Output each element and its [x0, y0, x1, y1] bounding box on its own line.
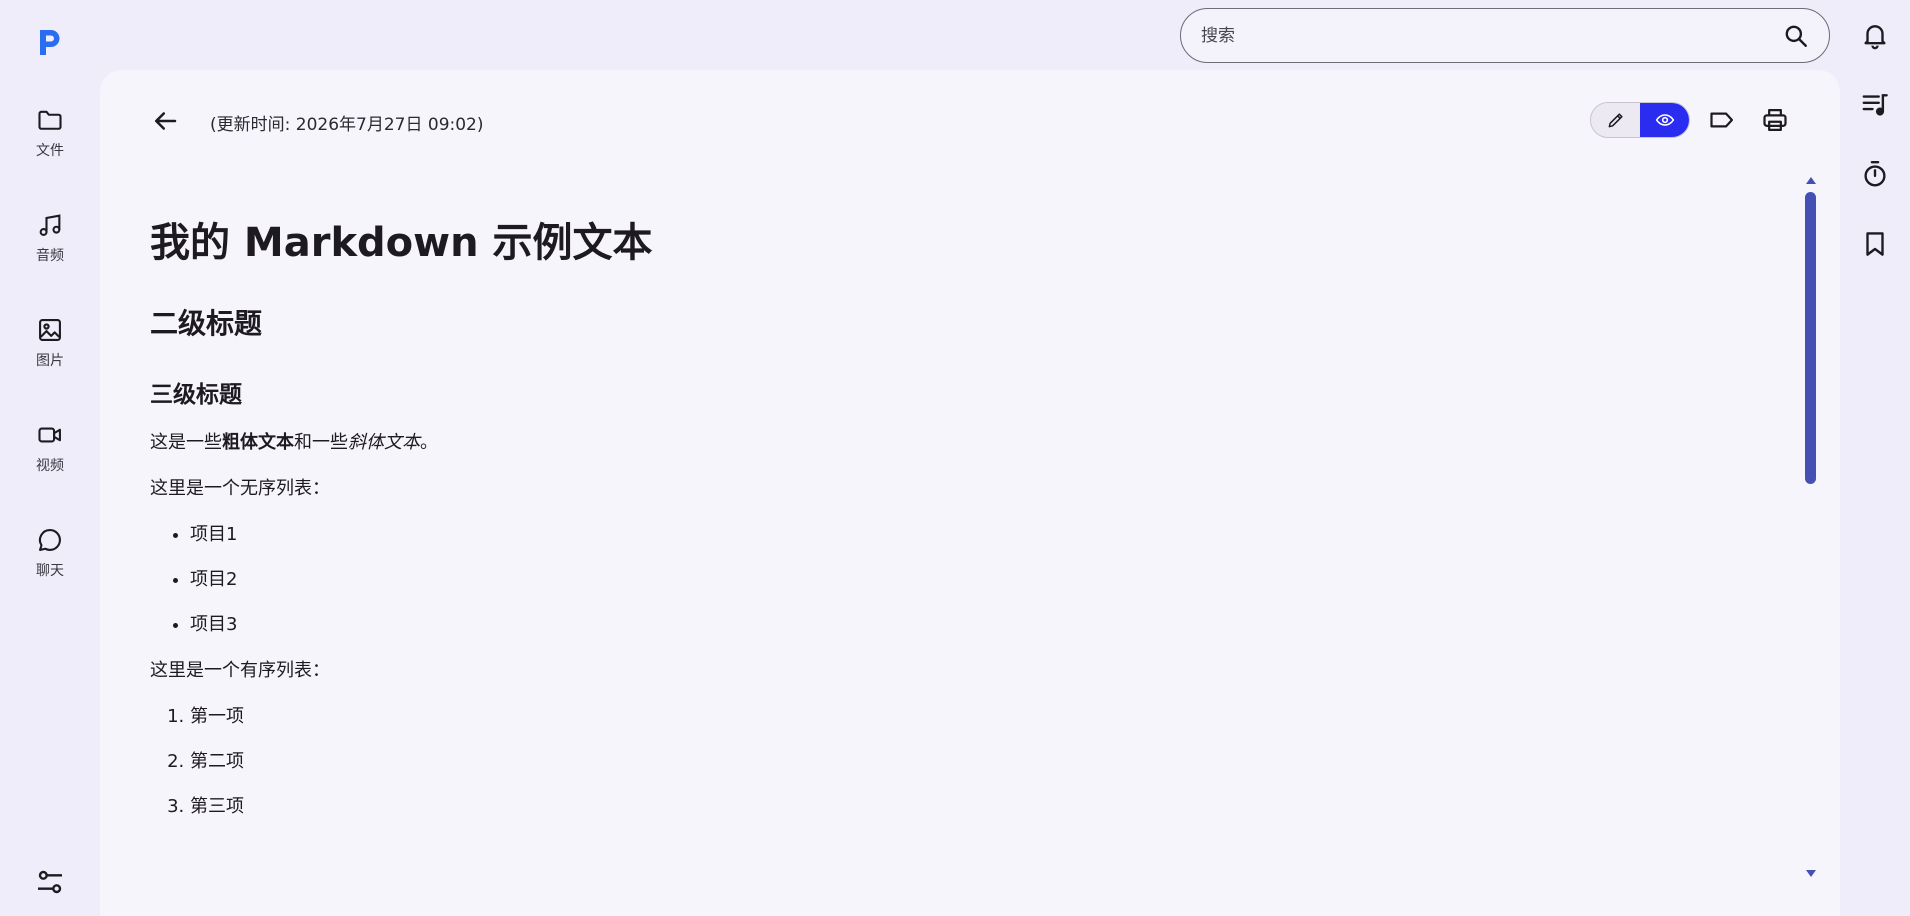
scroll-down-arrow[interactable] — [1806, 870, 1816, 877]
list-item: 第三项 — [190, 794, 1770, 820]
right-tool-rail — [1840, 0, 1910, 916]
nav-video[interactable]: 视频 — [10, 421, 90, 491]
heading-1: 我的 Markdown 示例文本 — [150, 220, 653, 266]
chat-bubble-icon — [38, 529, 61, 551]
nav-chat-label: 聊天 — [36, 563, 64, 579]
preview-mode-button[interactable] — [1640, 103, 1689, 137]
search-bar[interactable] — [1180, 8, 1830, 63]
print-icon[interactable] — [1761, 106, 1789, 134]
unordered-list-intro: 这里是一个无序列表： — [150, 478, 330, 499]
nav-audio-label: 音频 — [36, 248, 64, 264]
bell-icon[interactable] — [1860, 20, 1890, 50]
nav-files-label: 文件 — [36, 143, 64, 159]
ordered-list-intro: 这里是一个有序列表： — [150, 660, 330, 681]
playlist-icon[interactable] — [1860, 89, 1890, 119]
app-logo-icon[interactable] — [36, 26, 64, 58]
nav-chat[interactable]: 聊天 — [10, 526, 90, 596]
settings-sliders-icon[interactable] — [34, 866, 66, 898]
nav-video-label: 视频 — [36, 458, 64, 474]
document-viewer: (更新时间: 2026年7月27日 09:02) 我的 Markdown 示例文… — [100, 70, 1840, 916]
heading-2: 二级标题 — [150, 307, 263, 340]
video-icon — [38, 427, 61, 443]
paragraph-emphasis: 这是一些粗体文本和一些斜体文本。 — [150, 432, 438, 453]
markdown-preview: 我的 Markdown 示例文本 二级标题 三级标题 这是一些粗体文本和一些斜体… — [150, 210, 1770, 882]
back-arrow-icon[interactable] — [150, 106, 180, 136]
search-icon[interactable] — [1783, 23, 1809, 49]
heading-3: 三级标题 — [150, 382, 242, 408]
nav-files[interactable]: 文件 — [10, 106, 90, 176]
image-icon — [39, 319, 61, 341]
unordered-list: 项目1 项目2 项目3 — [150, 522, 1770, 638]
eye-icon — [1655, 114, 1674, 126]
updated-timestamp: (更新时间: 2026年7月27日 09:02) — [210, 115, 484, 135]
bold-text: 粗体文本 — [222, 432, 294, 453]
list-item: 项目2 — [190, 567, 1770, 593]
edit-preview-toggle[interactable] — [1590, 102, 1690, 138]
list-item: 第二项 — [190, 749, 1770, 775]
bookmark-icon[interactable] — [1860, 229, 1890, 259]
music-note-icon — [39, 214, 61, 236]
scroll-up-arrow[interactable] — [1806, 177, 1816, 184]
list-item: 项目1 — [190, 522, 1770, 548]
search-input[interactable] — [1201, 25, 1783, 46]
list-item: 第一项 — [190, 704, 1770, 730]
label-tag-icon[interactable] — [1708, 106, 1736, 134]
ordered-list: 第一项 第二项 第三项 — [150, 704, 1770, 820]
nav-audio[interactable]: 音频 — [10, 211, 90, 281]
italic-text: 斜体文本 — [348, 432, 420, 453]
nav-images-label: 图片 — [36, 353, 64, 369]
left-navigation-rail: 文件 音频 图片 视频 聊天 — [0, 0, 100, 916]
edit-mode-button[interactable] — [1591, 103, 1640, 137]
scrollbar-thumb[interactable] — [1805, 192, 1816, 484]
nav-images[interactable]: 图片 — [10, 316, 90, 386]
timer-icon[interactable] — [1860, 159, 1890, 189]
pencil-icon — [1608, 113, 1623, 128]
folder-icon — [38, 110, 62, 130]
list-item: 项目3 — [190, 612, 1770, 638]
